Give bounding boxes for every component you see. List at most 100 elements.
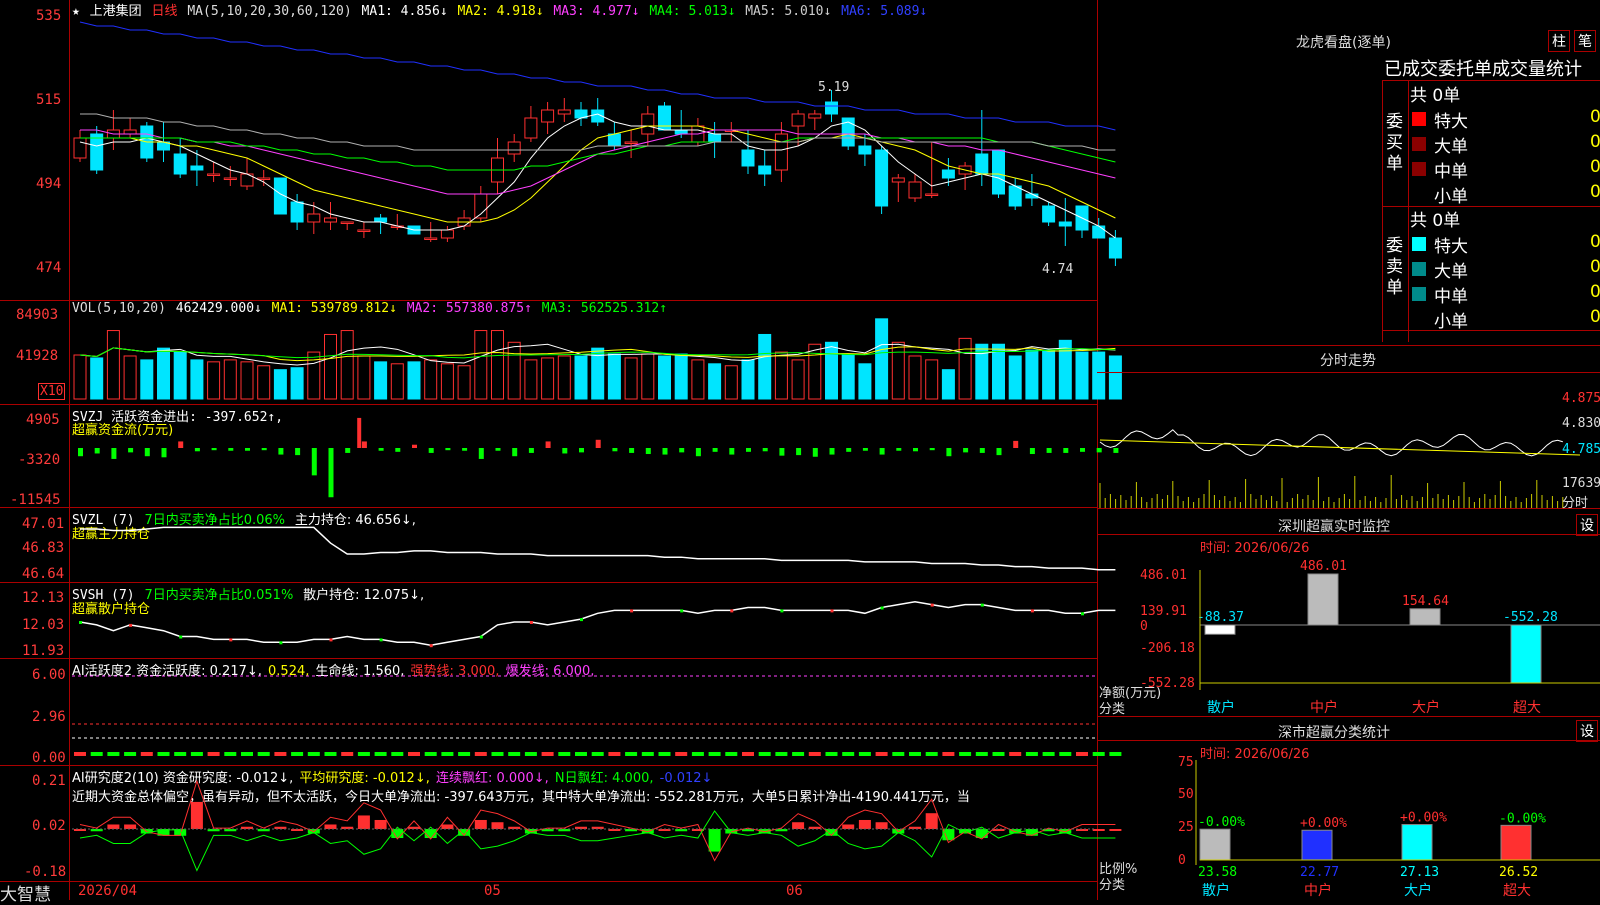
buy-row-count: 0 (1590, 107, 1600, 127)
candle-body (357, 229, 371, 232)
candle-body (641, 113, 655, 135)
svzj-bar (1113, 448, 1119, 453)
activity-bar (775, 752, 788, 756)
volume-bar (541, 357, 555, 400)
svzj-bar (1046, 448, 1052, 453)
svsh-dot (680, 609, 684, 613)
svzj-bar (395, 448, 401, 452)
activity-bar (424, 752, 437, 756)
classify-value: 23.58 (1198, 865, 1237, 880)
candle-body (173, 153, 187, 175)
volume-bar (791, 359, 805, 400)
candle-body (891, 177, 905, 183)
activity-bar (758, 752, 771, 756)
research-bar (708, 829, 721, 852)
volume-bar (641, 353, 655, 400)
svsh-dot (830, 609, 834, 613)
volume-bar (741, 359, 755, 400)
classify-axis: 25 (1178, 820, 1194, 835)
activity-bar (925, 752, 938, 756)
volume-bar (808, 343, 822, 400)
candle-body (307, 213, 321, 223)
buy-row-label: 大单 (1434, 137, 1468, 157)
svsh-dot (229, 638, 233, 642)
tick-mode-button[interactable]: 笔 (1574, 30, 1596, 52)
candle-body (557, 109, 571, 115)
svzj-bar (428, 448, 434, 453)
activity-bar (257, 752, 270, 756)
svsh-dot (1030, 609, 1034, 613)
volume-bar (708, 363, 722, 400)
candle-body (541, 109, 555, 123)
research-bar (341, 826, 354, 829)
volume-bar (474, 330, 488, 400)
svzj-bar (896, 448, 902, 451)
svzj-bar (261, 448, 267, 451)
monitor-category: 散户 (1207, 699, 1235, 716)
volume-bar (424, 359, 438, 400)
monitor-category: 中户 (1310, 699, 1338, 716)
volume-bar (925, 359, 939, 400)
classify-category: 大户 (1404, 882, 1432, 899)
volume-bar (123, 355, 137, 400)
svzj-bar (762, 448, 768, 452)
svzj-bar (946, 448, 952, 457)
classify-value: 22.77 (1300, 865, 1339, 880)
svzj-bar (1096, 448, 1102, 453)
activity-bar (691, 752, 704, 756)
buy-row-swatch (1412, 137, 1426, 151)
buy-row-swatch (1412, 112, 1426, 126)
sell-row-swatch (1412, 237, 1426, 251)
svzj-bar (361, 441, 367, 448)
monitor-axis: 0 (1140, 619, 1148, 634)
volume-bar (457, 365, 471, 400)
svzj-bar (729, 448, 735, 455)
activity-bar (374, 752, 387, 756)
candle-body (190, 165, 204, 171)
candle-body (992, 149, 1005, 195)
sell-row-count: 0 (1590, 232, 1600, 252)
sell-row-count: 0 (1590, 282, 1600, 302)
sell-row-swatch (1412, 287, 1426, 301)
candle-body (758, 165, 772, 175)
volume-bar (524, 359, 538, 400)
classify-settings-button[interactable]: 设 (1576, 720, 1598, 742)
svzj-bar (161, 448, 167, 458)
activity-bar (875, 752, 888, 756)
classify-time: 时间: 2026/06/26 (1200, 747, 1310, 762)
research-bar (241, 826, 253, 829)
volume-bar (273, 369, 287, 400)
activity-bar (224, 752, 237, 756)
activity-bar (658, 752, 671, 756)
classify-bar (1301, 829, 1333, 861)
activity-bar (408, 752, 420, 756)
svzj-bar (278, 448, 284, 455)
intraday-axis-3: 4.785 (1562, 442, 1600, 457)
monitor-bar (1510, 624, 1542, 684)
bar-mode-button[interactable]: 柱 (1548, 30, 1570, 52)
sell-row-label: 特大 (1434, 237, 1468, 257)
activity-bar (641, 752, 654, 756)
svzj-bar (528, 448, 534, 453)
activity-bar (274, 752, 287, 756)
research-bar (792, 822, 805, 829)
svsh-dot (529, 621, 533, 624)
monitor-settings-button[interactable]: 设 (1576, 514, 1598, 536)
activity-bar (1042, 752, 1055, 756)
svzj-bar (629, 448, 635, 453)
activity-bar (591, 752, 604, 756)
candle-body (825, 101, 838, 115)
classify-change: -0.00% (1499, 811, 1546, 826)
svzj-bar (245, 448, 250, 451)
svzj-bar (144, 448, 150, 457)
volume-bar (624, 357, 638, 400)
candle-body (440, 229, 454, 239)
chart-canvas[interactable]: -88.37 散户 486.01 中户 154.64 大户 -552.28 超大 486.01 1… (0, 0, 1600, 900)
svzj-bar (194, 448, 200, 452)
volume-bar (374, 361, 388, 400)
activity-bar (508, 752, 521, 756)
candle-body (507, 141, 521, 155)
svsh-dot (580, 618, 583, 622)
svsh-dot (930, 603, 934, 607)
buy-total: 共 0单 (1410, 86, 1461, 106)
